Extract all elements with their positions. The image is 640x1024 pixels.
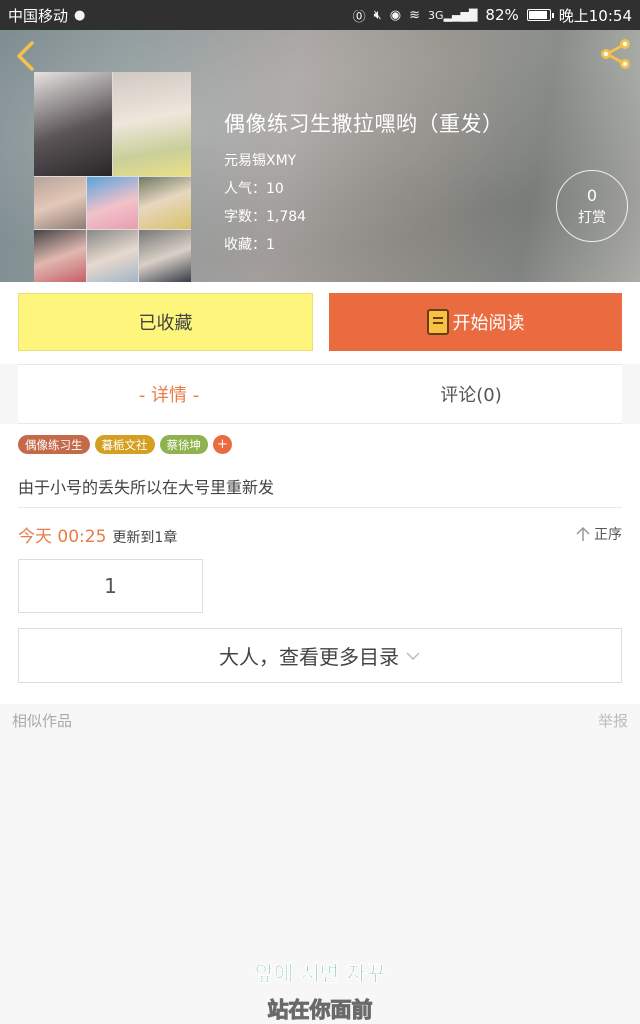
chevron-down-icon [406,651,420,660]
favorites-stat: 收藏：1 [224,237,275,253]
start-reading-label: 开始阅读 [452,313,525,334]
lyrics-subtitle: 앞에 서면 자꾸 站在你面前 [0,958,640,1024]
book-icon [426,309,449,335]
clock: 晚上10:54 [558,6,632,25]
book-title: 偶像练习生撒拉嘿哟（重发） [224,112,504,136]
sort-order-button[interactable]: 正序 [576,524,622,544]
chapter-item[interactable]: 1 [18,559,203,613]
start-reading-button[interactable]: 开始阅读 [329,293,622,351]
subtitle-korean: 앞에 서면 자꾸 [254,962,386,987]
back-button[interactable] [10,38,40,74]
similar-works-label: 相似作品 [12,712,73,730]
report-button[interactable]: 举报 [598,710,628,731]
eye-icon: ◉ [389,7,402,23]
signal-icon: 3G▂▄▆█ [428,8,478,22]
tag-item[interactable]: 偶像练习生 [18,435,90,454]
cover-photo [113,72,191,176]
tip-button[interactable]: 0 打赏 [556,170,628,242]
details-panel: 偶像练习生 暮栀文社 蔡徐坤 + 由于小号的丢失所以在大号里重新发 今天 00:… [0,424,640,704]
add-tag-button[interactable]: + [213,435,232,454]
tab-details[interactable]: - 详情 - [18,365,320,423]
tag-item[interactable]: 蔡徐坤 [159,435,208,454]
app-notification-icon: ● [74,7,86,23]
more-catalog-label: 大人，查看更多目录 [219,645,399,669]
book-author[interactable]: 元易锡XMY [224,150,504,170]
status-bar: 中国移动 ● ⓪ 🔇︎ ◉ ≋ 3G▂▄▆█ 82% 晚上10:54 [0,0,640,30]
tag-list: 偶像练习生 暮栀文社 蔡徐坤 + [18,435,232,454]
cover-photo [86,230,139,282]
mute-icon: 🔇︎ [373,7,382,23]
sort-order-label: 正序 [594,527,622,543]
share-button[interactable] [598,36,634,72]
book-cover-image[interactable] [34,72,191,282]
detail-tabs: - 详情 - 评论(0) [18,364,622,424]
action-bar: 已收藏 开始阅读 [0,282,640,364]
collect-button[interactable]: 已收藏 [18,293,313,351]
update-time: 今天 00:25 [18,527,107,547]
cover-photo [34,72,112,176]
share-icon [601,39,630,69]
cover-photo [34,230,86,282]
carrier-label: 中国移动 [8,6,69,25]
cover-photo [139,230,191,282]
book-header: 偶像练习生撒拉嘿哟（重发） 元易锡XMY 人气：10 字数：1,784 收藏：1… [0,30,640,282]
subtitle-chinese: 站在你面前 [267,998,373,1023]
cover-photo [86,177,139,229]
cover-photo [139,177,191,229]
battery-icon [526,9,554,21]
update-text: 更新到1章 [112,530,178,546]
more-catalog-button[interactable]: 大人，查看更多目录 [18,628,622,683]
word-count-stat: 字数：1,784 [224,209,307,225]
chevron-left-icon [17,41,34,71]
book-description: 由于小号的丢失所以在大号里重新发 [18,478,275,497]
nfc-icon: ⓪ [352,9,366,25]
tab-comments[interactable]: 评论(0) [320,365,622,423]
arrow-up-icon [576,526,590,541]
book-info: 偶像练习生撒拉嘿哟（重发） 元易锡XMY 人气：10 字数：1,784 收藏：1 [224,108,504,262]
cover-photo [34,177,86,229]
divider [18,507,622,508]
tag-item[interactable]: 暮栀文社 [94,435,155,454]
battery-percent: 82% [485,6,519,24]
tip-label: 打赏 [578,209,606,226]
update-info: 今天 00:25 更新到1章 [18,522,177,547]
wifi-icon: ≋ [409,7,421,23]
tip-count: 0 [586,185,598,205]
popularity-stat: 人气：10 [224,181,284,197]
